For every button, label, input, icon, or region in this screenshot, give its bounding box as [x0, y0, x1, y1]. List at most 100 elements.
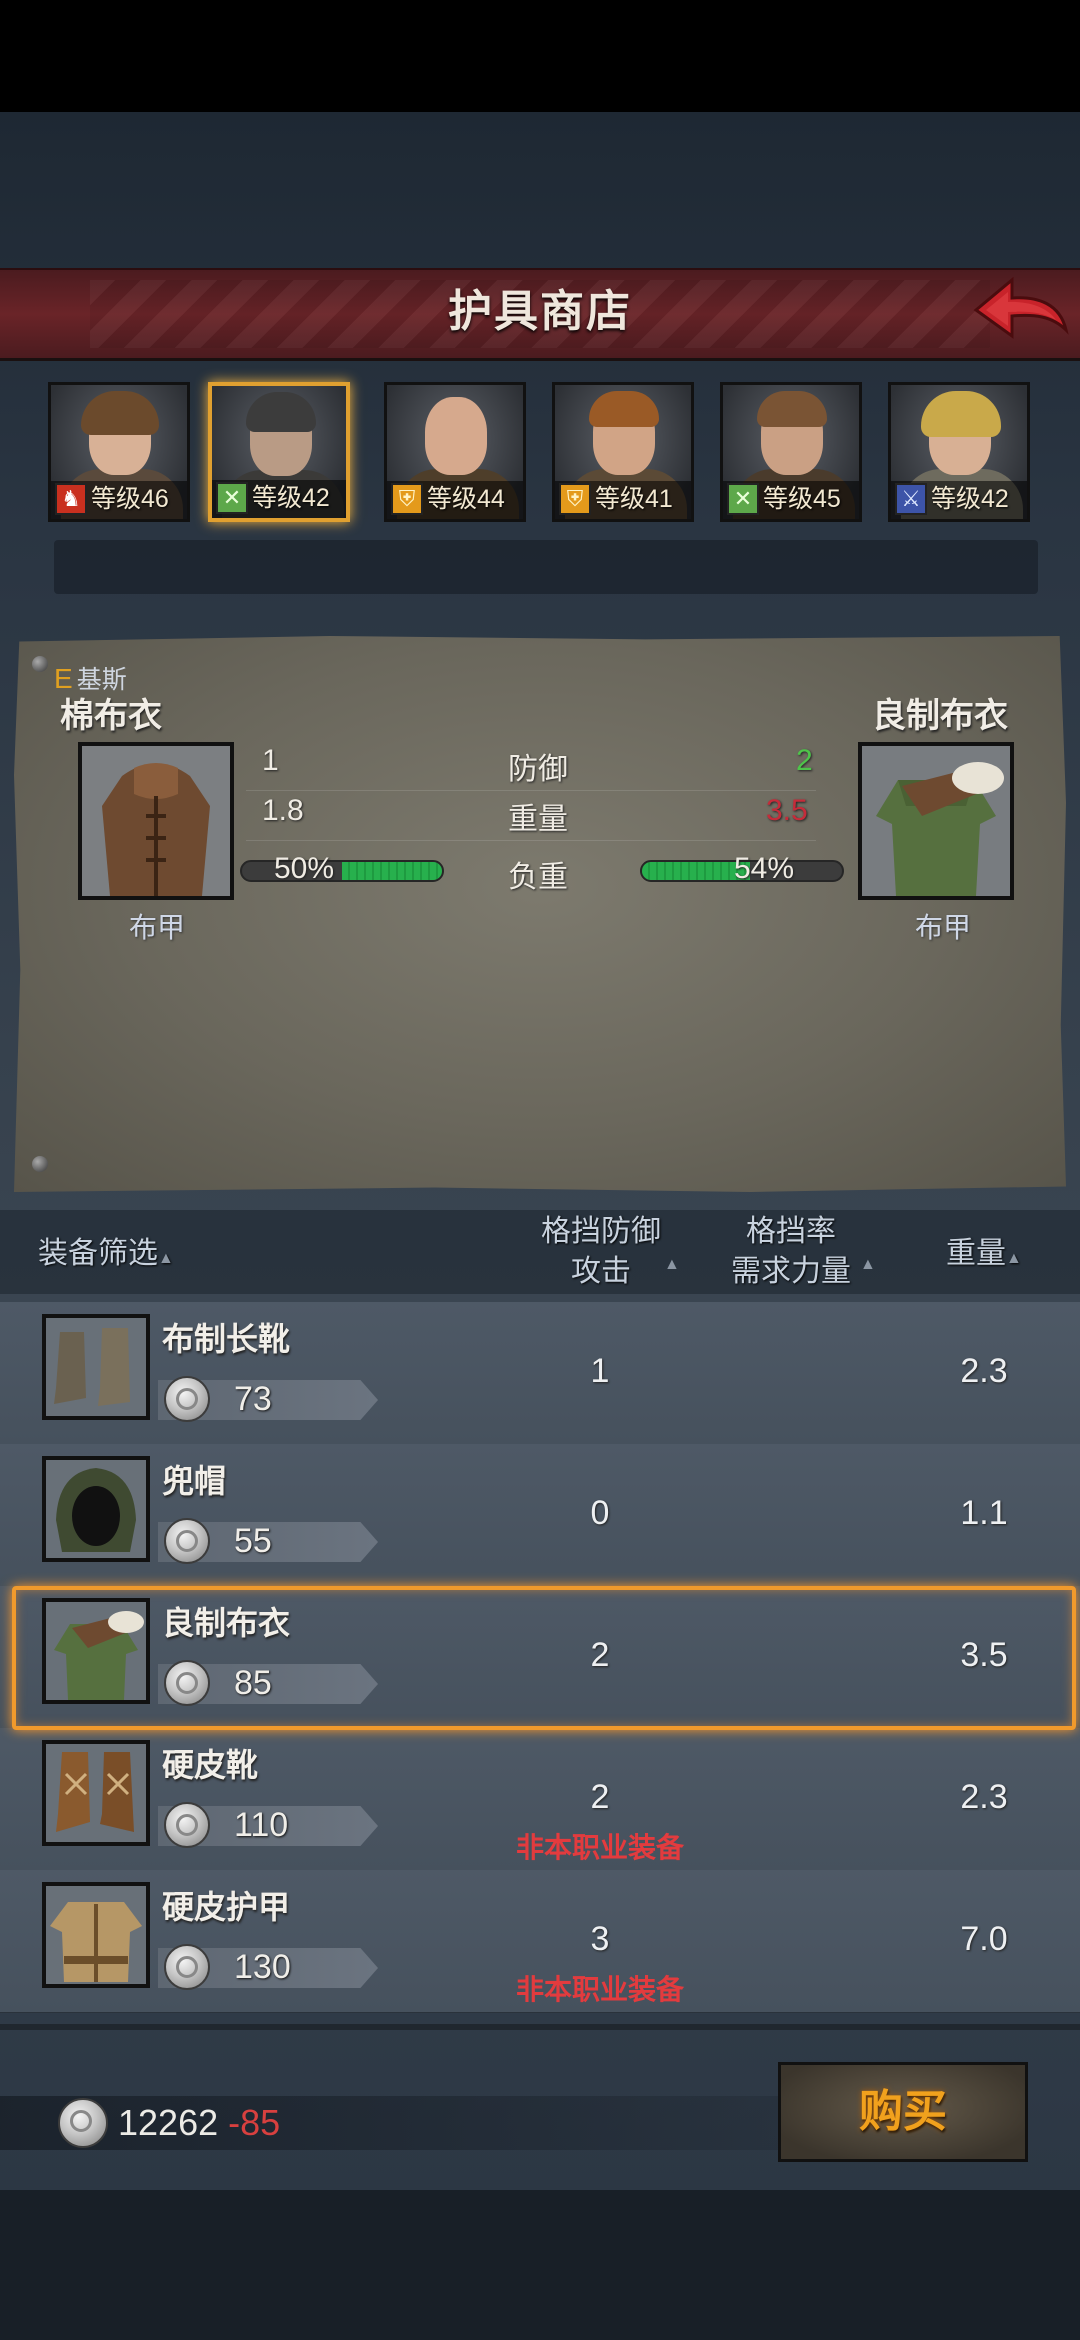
hero-info-strip — [54, 540, 1038, 594]
item-name: 兜帽 — [162, 1463, 227, 1499]
item-name: 硬皮靴 — [162, 1747, 259, 1783]
divider — [0, 2024, 1080, 2030]
item-thumbnail — [42, 1740, 150, 1846]
bottom-bezel — [0, 2190, 1080, 2340]
cloth-coat-icon — [82, 746, 230, 896]
item-weight: 3.5 — [960, 1636, 1008, 1674]
defense-label: 防御 — [508, 753, 568, 786]
buy-button[interactable]: 购买 — [778, 2062, 1028, 2162]
hero-portrait[interactable]: ⚔ 等级42 — [888, 382, 1030, 522]
silver-coin-icon — [164, 1518, 210, 1564]
sort-block-rate[interactable]: 格挡率 需求力量 — [724, 1212, 858, 1292]
item-price: 85 — [234, 1664, 272, 1702]
hero-portrait[interactable]: ⛨ 等级44 — [384, 382, 526, 522]
hero-portrait[interactable]: ♞ 等级46 — [48, 382, 190, 522]
item-thumbnail — [42, 1456, 150, 1562]
weight-label: 重量 — [508, 803, 568, 836]
item-price: 55 — [234, 1522, 272, 1560]
hero-level: 等级41 — [595, 485, 673, 513]
item-price: 110 — [234, 1806, 289, 1844]
hero-portrait[interactable]: ⛨ 等级41 — [552, 382, 694, 522]
item-weight: 1.1 — [960, 1494, 1008, 1532]
crossed-swords-icon: ✕ — [727, 483, 759, 515]
hero-level: 等级42 — [252, 484, 330, 512]
money-cost: -85 — [228, 2102, 281, 2143]
item-thumbnail — [42, 1314, 150, 1420]
filter-label: 装备筛选 — [38, 1237, 158, 1270]
item-weight: 2.3 — [960, 1352, 1008, 1390]
back-button[interactable] — [968, 270, 1072, 354]
current-armor-type: 布甲 — [128, 912, 185, 943]
item-weight: 2.3 — [960, 1778, 1008, 1816]
new-item-name: 良制布衣 — [872, 697, 1008, 735]
sort-up-icon: ▲ — [1006, 1250, 1022, 1267]
item-price: 130 — [234, 1948, 291, 1986]
col-attack: 攻击 — [571, 1255, 631, 1288]
new-defense: 2 — [796, 744, 813, 777]
green-tunic-icon — [46, 1602, 146, 1700]
item-name: 硬皮护甲 — [162, 1889, 291, 1925]
col-strength-req: 需求力量 — [731, 1255, 851, 1288]
current-load: 50% — [274, 852, 335, 885]
hero-level: 等级45 — [763, 485, 841, 513]
item-name: 布制长靴 — [162, 1321, 291, 1357]
rivet-icon — [32, 1156, 48, 1172]
class-restriction-warning: 非本职业装备 — [515, 1832, 684, 1863]
cloth-boots-icon — [46, 1318, 146, 1416]
item-thumbnail — [42, 1598, 150, 1704]
sort-block-defense[interactable]: 格挡防御 攻击 — [538, 1212, 664, 1292]
sword-icon: ⚔ — [895, 483, 927, 515]
current-armor-image — [78, 742, 234, 900]
hero-portrait[interactable]: ✕ 等级45 — [720, 382, 862, 522]
col-block-defense: 格挡防御 — [541, 1215, 661, 1248]
item-value: 0 — [590, 1494, 610, 1532]
money-amount: 12262 — [118, 2102, 219, 2143]
item-value: 2 — [590, 1778, 610, 1816]
new-armor-type: 布甲 — [914, 912, 971, 943]
current-item-name: 棉布衣 — [60, 697, 162, 735]
money-display: 12262 -85 — [118, 2102, 280, 2144]
sort-up-icon: ▲ — [158, 1250, 174, 1267]
silver-coin-icon — [164, 1376, 210, 1422]
sort-up-icon: ▲ — [860, 1256, 876, 1273]
shield-icon: ⛨ — [391, 483, 423, 515]
horse-icon: ♞ — [55, 483, 87, 515]
green-tunic-icon — [862, 746, 1010, 896]
item-price: 73 — [234, 1380, 272, 1418]
new-weight: 3.5 — [766, 794, 808, 827]
silver-coin-icon — [164, 1944, 210, 1990]
col-block-rate: 格挡率 — [746, 1215, 836, 1248]
leather-armor-icon — [46, 1886, 146, 1984]
item-value: 2 — [590, 1636, 610, 1674]
item-value: 1 — [590, 1352, 610, 1390]
sort-up-icon: ▲ — [664, 1256, 680, 1273]
new-load: 54% — [734, 852, 795, 885]
hood-icon — [46, 1460, 146, 1558]
item-name: 良制布衣 — [162, 1605, 291, 1641]
item-thumbnail — [42, 1882, 150, 1988]
class-restriction-warning: 非本职业装备 — [515, 1974, 684, 2005]
hero-portrait-selected[interactable]: ✕ 等级42 — [208, 382, 350, 522]
hero-level: 等级44 — [427, 485, 505, 513]
sort-weight[interactable]: 重量▲ — [946, 1234, 1022, 1279]
current-defense: 1 — [262, 744, 279, 777]
back-arrow-icon — [973, 276, 1069, 339]
filter-button[interactable]: 装备筛选▲ — [38, 1234, 174, 1279]
col-weight: 重量 — [946, 1237, 1006, 1270]
leather-boots-icon — [46, 1744, 146, 1842]
page-title: 护具商店 — [448, 287, 632, 336]
shield-icon: ⛨ — [559, 483, 591, 515]
silver-coin-icon — [164, 1802, 210, 1848]
new-armor-image — [858, 742, 1014, 900]
item-value: 3 — [590, 1920, 610, 1958]
rivet-icon — [32, 656, 48, 672]
current-weight: 1.8 — [262, 794, 304, 827]
current-load-bar — [240, 860, 444, 882]
load-label: 负重 — [508, 861, 568, 894]
hero-level: 等级42 — [931, 485, 1009, 513]
silver-coin-icon — [58, 2098, 108, 2148]
crossed-swords-icon: ✕ — [216, 482, 248, 514]
hero-level: 等级46 — [91, 485, 169, 513]
silver-coin-icon — [164, 1660, 210, 1706]
item-weight: 7.0 — [960, 1920, 1008, 1958]
